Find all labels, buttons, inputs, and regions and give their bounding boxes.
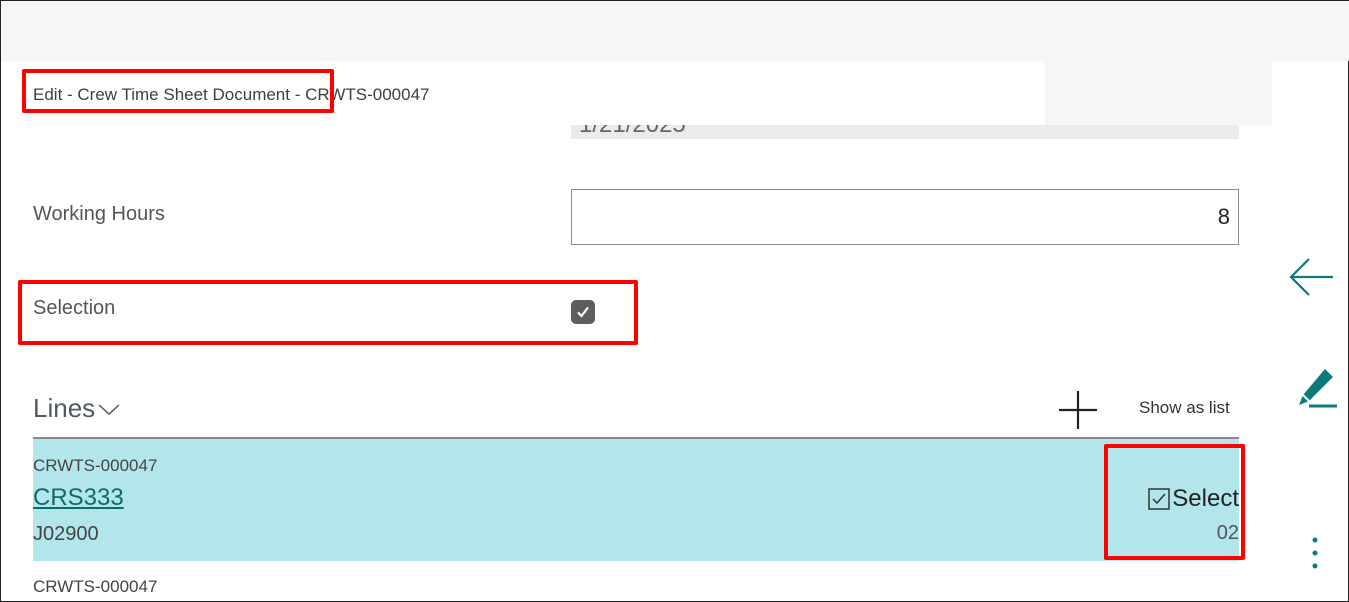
add-line-button[interactable]	[1057, 389, 1099, 431]
line-job-no: J02900	[33, 523, 99, 545]
annotation-box-line-select	[1104, 444, 1245, 560]
lines-header[interactable]: Lines	[33, 393, 121, 424]
line-document-no: CRWTS-000047	[33, 456, 158, 475]
annotation-box-selection	[18, 280, 638, 345]
annotation-box-title	[22, 69, 334, 113]
arrow-left-icon[interactable]	[1287, 257, 1335, 297]
title-bar-right-area	[1045, 61, 1272, 125]
working-hours-label: Working Hours	[33, 203, 165, 225]
show-as-list-button[interactable]: Show as list	[1139, 398, 1230, 418]
working-hours-input[interactable]: 8	[571, 189, 1239, 245]
lines-title: Lines	[33, 393, 96, 423]
line-crew-no-link[interactable]: CRS333	[33, 484, 124, 512]
line-card[interactable]: CRWTS-000047 CRS333 J02900 Select 02	[33, 439, 1239, 561]
line-document-no: CRWTS-000047	[33, 577, 158, 596]
more-vertical-icon[interactable]	[1309, 535, 1321, 571]
pencil-icon[interactable]	[1295, 365, 1339, 409]
chevron-down-icon	[98, 403, 120, 415]
top-bar	[1, 1, 1349, 61]
